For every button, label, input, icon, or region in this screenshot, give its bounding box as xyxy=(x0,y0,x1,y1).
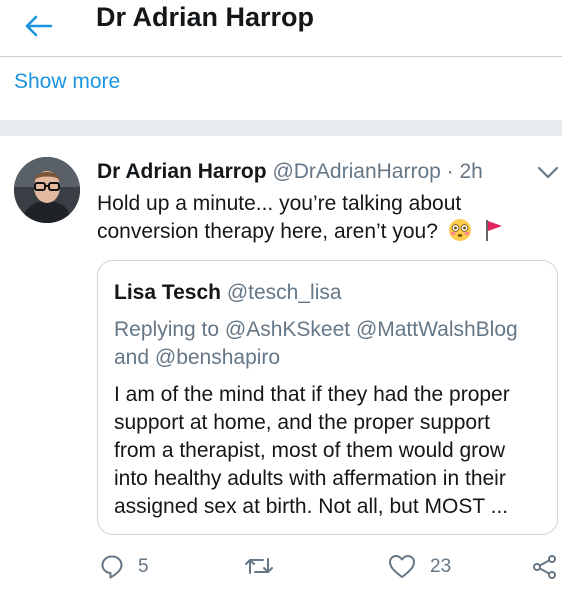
page-title: Dr Adrian Harrop xyxy=(96,2,315,32)
reply-icon xyxy=(101,555,123,579)
back-button[interactable] xyxy=(18,6,58,46)
quoted-tweet-text: I am of the mind that if they had the pr… xyxy=(114,381,549,521)
tweet-timestamp[interactable]: 2h xyxy=(460,160,483,183)
replying-to: Replying to @AshKSkeet @MattWalshBlog an… xyxy=(114,316,544,372)
retweet-icon xyxy=(245,558,273,574)
tweet-text-line-content: conversion therapy here, aren’t you? xyxy=(97,220,438,243)
quoted-text-line: assigned sex at birth. Not all, but MOST… xyxy=(114,495,509,518)
quoted-author-name: Lisa Tesch xyxy=(114,281,221,304)
like-button[interactable]: 23 xyxy=(388,554,451,580)
replying-to-line: and @benshapiro xyxy=(114,346,281,369)
meta-separator: · xyxy=(446,160,454,183)
avatar-image xyxy=(14,157,80,223)
quoted-text-line: from a therapist, most of them would gro… xyxy=(114,439,505,462)
tweet-action-bar: 5 23 xyxy=(0,548,562,588)
quoted-tweet[interactable]: Lisa Tesch @tesch_lisa Replying to @AshK… xyxy=(97,260,558,535)
quoted-author-handle: @tesch_lisa xyxy=(226,281,342,304)
share-button[interactable] xyxy=(532,554,558,580)
top-app-bar: Dr Adrian Harrop xyxy=(0,0,562,57)
chevron-down-icon xyxy=(537,166,559,179)
reply-button[interactable]: 5 xyxy=(100,554,149,580)
tweet-text-line: Hold up a minute... you’re talking about xyxy=(97,192,462,215)
retweet-button[interactable] xyxy=(244,554,288,578)
quoted-text-line: into healthy adults with affermation in … xyxy=(114,467,506,490)
back-arrow-icon xyxy=(25,15,53,37)
quoted-text-line: support at home, and the proper support xyxy=(114,411,490,434)
tweet-header: Dr Adrian Harrop @DrAdrianHarrop · 2h xyxy=(97,160,483,184)
tweet-menu-button[interactable] xyxy=(536,162,560,182)
reply-count: 5 xyxy=(138,556,149,577)
quoted-text-line: I am of the mind that if they had the pr… xyxy=(114,383,510,406)
like-count: 23 xyxy=(430,556,452,577)
author-handle[interactable]: @DrAdrianHarrop xyxy=(272,160,440,183)
avatar[interactable] xyxy=(14,157,80,223)
quoted-tweet-header: Lisa Tesch @tesch_lisa xyxy=(114,281,342,305)
share-icon xyxy=(533,555,556,579)
flushed-face-emoji-icon xyxy=(448,219,471,241)
like-icon xyxy=(389,555,415,578)
replying-to-line: Replying to @AshKSkeet @MattWalshBlog xyxy=(114,318,518,341)
red-flag-emoji-icon xyxy=(485,220,502,241)
show-more-link[interactable]: Show more xyxy=(14,70,120,94)
section-separator xyxy=(0,120,562,136)
tweet-text: Hold up a minute... you’re talking about… xyxy=(97,190,537,246)
tweet-text-line: conversion therapy here, aren’t you? xyxy=(97,218,537,246)
author-name[interactable]: Dr Adrian Harrop xyxy=(97,160,267,183)
